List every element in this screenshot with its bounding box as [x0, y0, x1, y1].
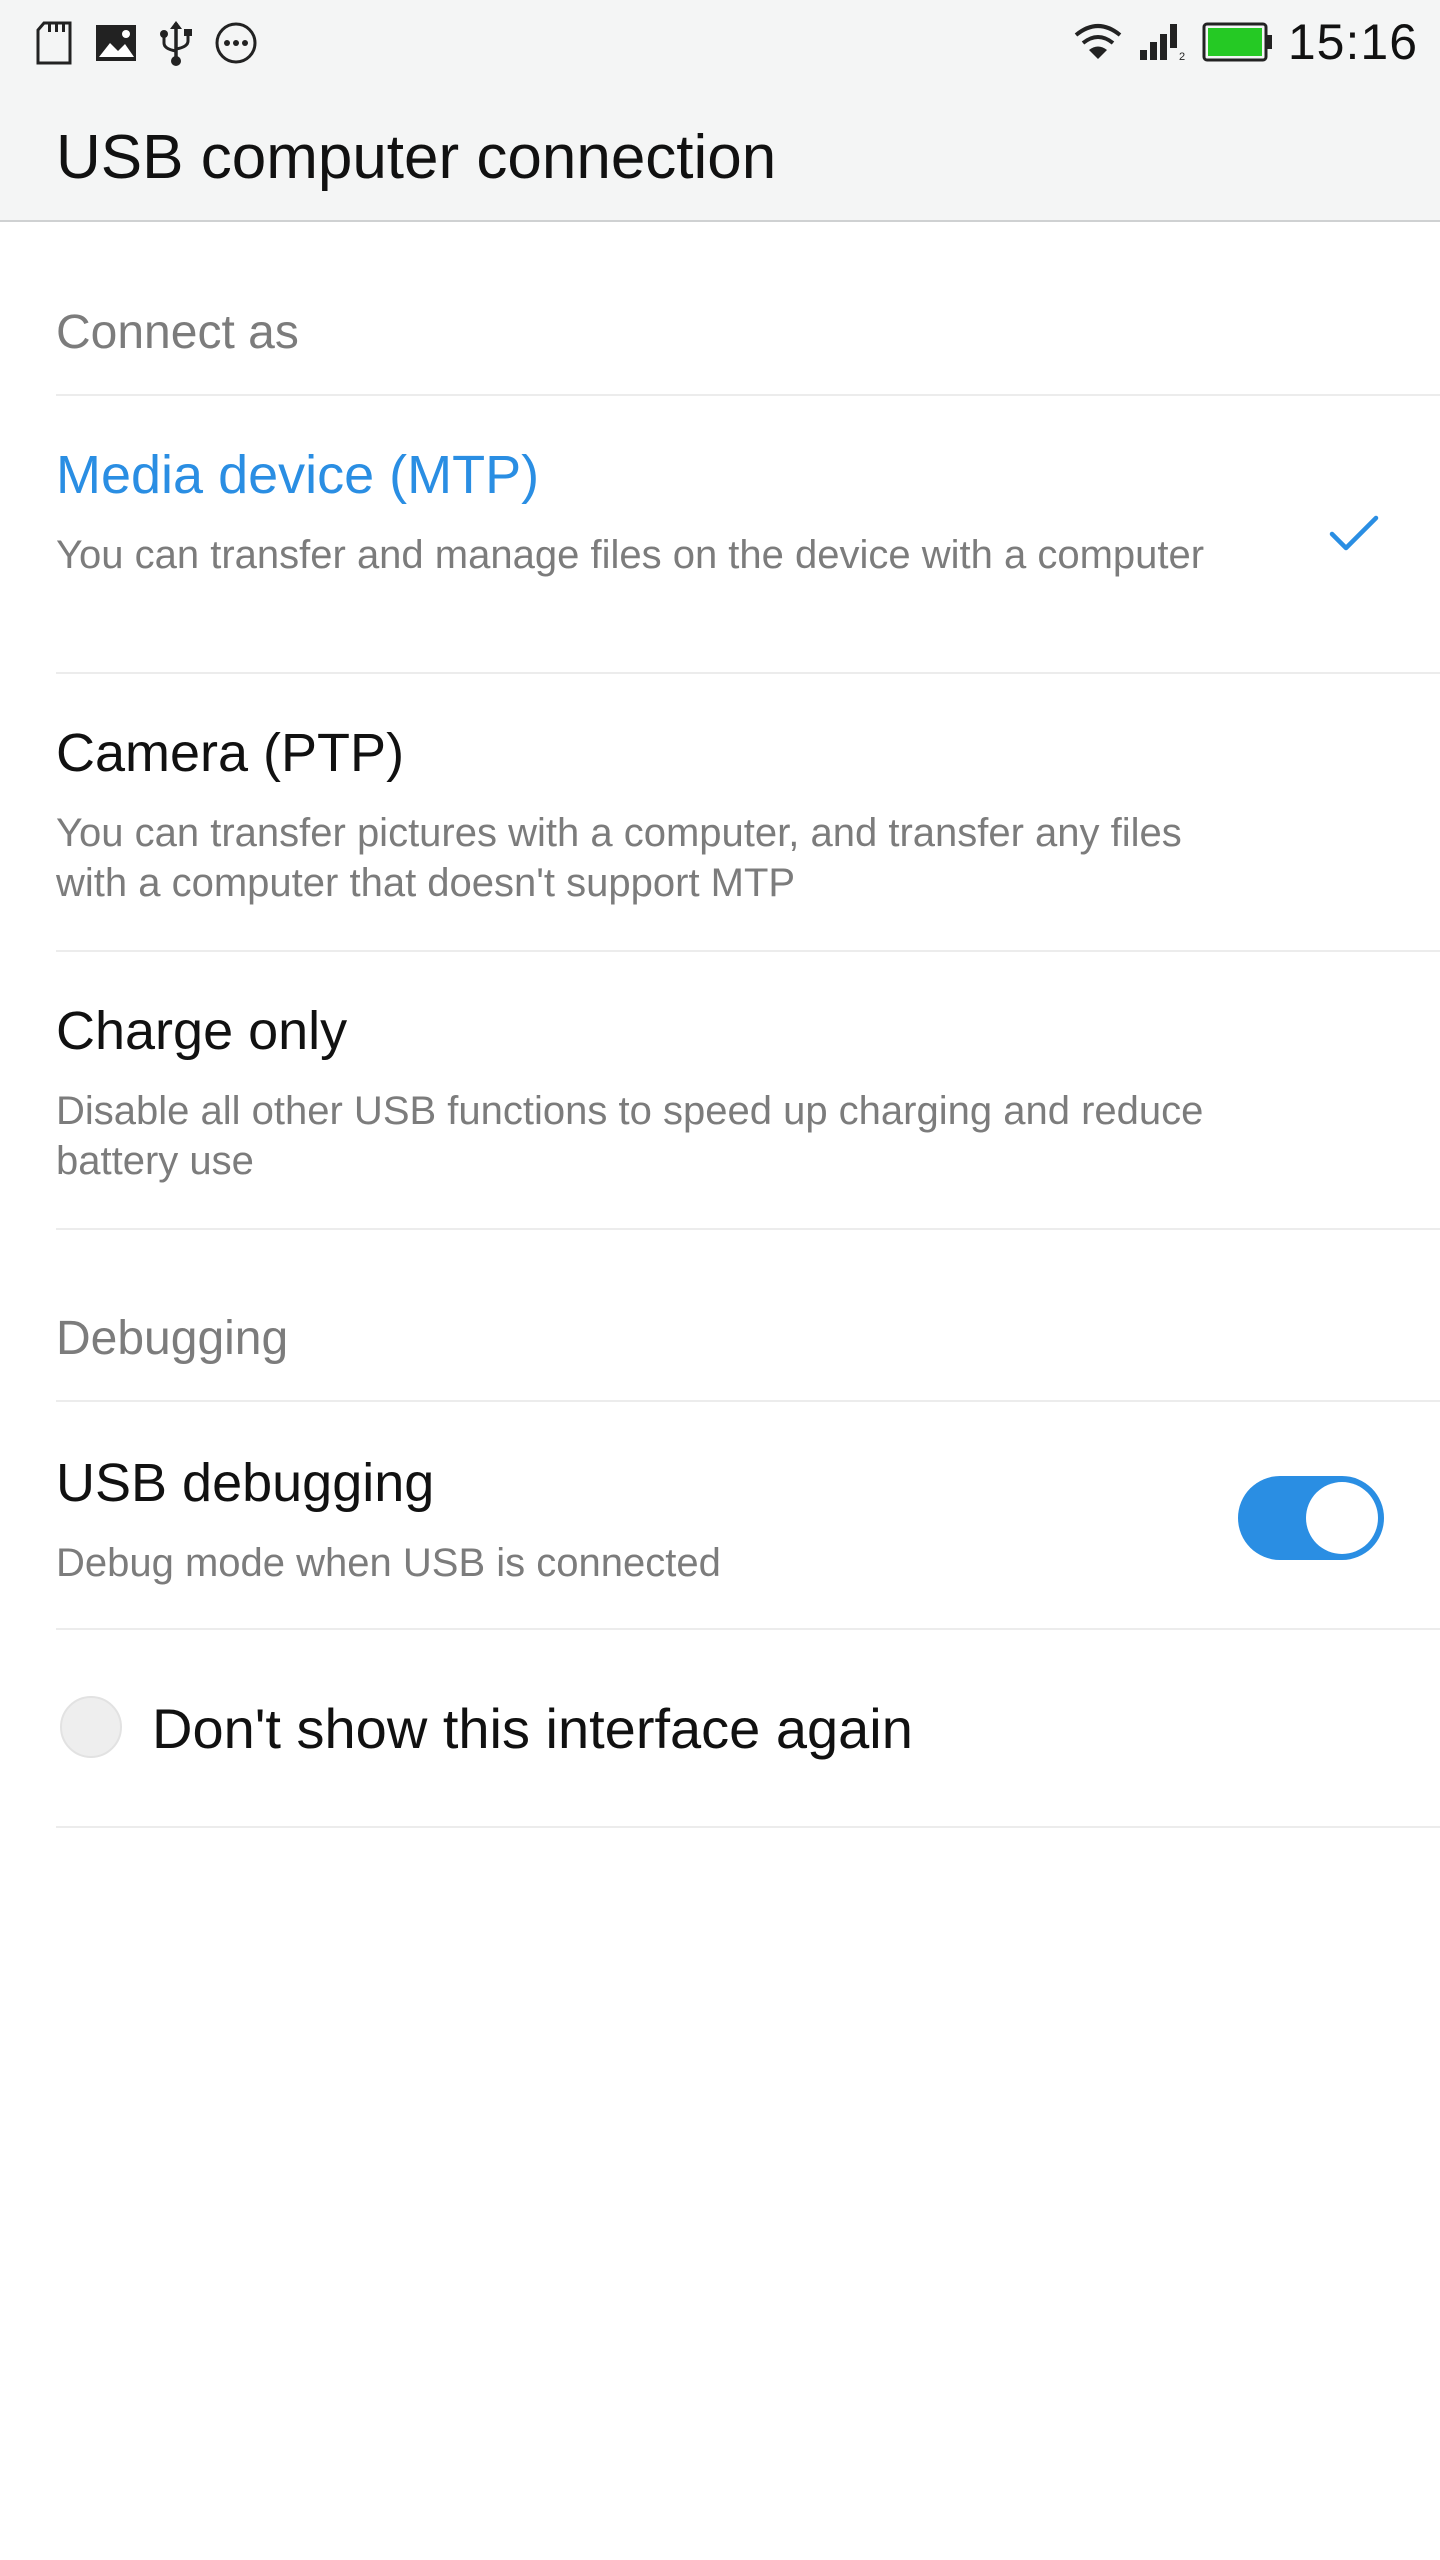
option-title: Media device (MTP) [56, 445, 540, 505]
status-bar: 2 15:16 [0, 0, 1440, 86]
option-charge-only[interactable]: Charge only Disable all other USB functi… [56, 952, 1440, 1230]
usb-debugging-description: Debug mode when USB is connected [56, 1541, 721, 1585]
svg-text:2: 2 [1179, 51, 1185, 62]
option-title: Camera (PTP) [56, 723, 405, 783]
image-icon [96, 25, 136, 61]
toggle-knob [1306, 1482, 1378, 1554]
checkmark-icon [1329, 515, 1379, 551]
usb-debugging-row[interactable]: USB debugging Debug mode when USB is con… [56, 1402, 1440, 1630]
section-header-label: Connect as [56, 306, 299, 359]
usb-icon [160, 21, 192, 66]
app-bar: USB computer connection [0, 86, 1440, 222]
notification-icons [34, 18, 258, 68]
dont-show-again-row[interactable]: Don't show this interface again [56, 1630, 1440, 1828]
battery-icon [1202, 22, 1272, 62]
system-status: 2 15:16 [1072, 12, 1418, 72]
option-camera-ptp[interactable]: Camera (PTP) You can transfer pictures w… [56, 674, 1440, 952]
option-description: You can transfer and manage files on the… [56, 533, 1205, 577]
wifi-icon [1074, 24, 1122, 59]
page-title: USB computer connection [56, 123, 777, 192]
usb-debugging-title: USB debugging [56, 1453, 435, 1513]
option-description: You can transfer pictures with a compute… [56, 811, 1182, 905]
signal-icon: 2 [1139, 24, 1185, 62]
section-header-connect-as: Connect as [56, 246, 1440, 396]
sd-card-icon [36, 21, 72, 65]
more-circle-icon [215, 22, 257, 64]
dont-show-again-label: Don't show this interface again [152, 1697, 913, 1760]
option-media-device-mtp[interactable]: Media device (MTP) You can transfer and … [56, 396, 1440, 674]
status-time: 15:16 [1287, 14, 1418, 70]
section-header-label: Debugging [56, 1312, 289, 1365]
option-title: Charge only [56, 1001, 348, 1061]
usb-debugging-toggle[interactable] [1238, 1476, 1384, 1560]
option-description: Disable all other USB functions to speed… [56, 1089, 1204, 1183]
section-header-debugging: Debugging [56, 1230, 1440, 1402]
dont-show-again-checkbox[interactable] [60, 1696, 122, 1758]
